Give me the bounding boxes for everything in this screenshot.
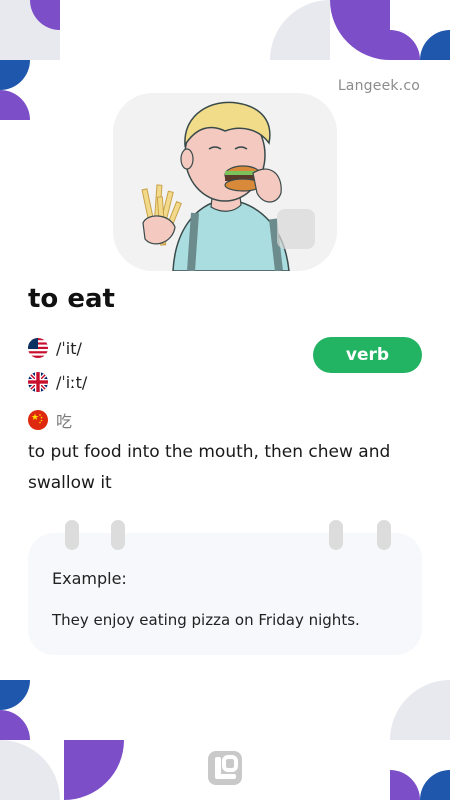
decor-bottom-right [390,680,450,800]
pronunciation-us[interactable]: /ˈit/ [28,338,82,358]
decor-top-right [270,0,450,60]
definition-text: to put food into the mouth, then chew an… [28,442,391,493]
example-label: Example: [52,569,127,588]
us-flag-icon [28,338,48,358]
word-illustration [113,93,337,271]
word-title: to eat [28,284,115,314]
binder-ring [111,520,125,550]
ipa-uk: /ˈiːt/ [56,372,88,392]
example-card: Example: They enjoy eating pizza on Frid… [28,533,422,655]
binder-ring [329,520,343,550]
ipa-us: /ˈit/ [56,338,82,358]
part-of-speech-badge: verb [313,337,422,373]
translation-row: 吃 [28,408,72,432]
decor-top-left [0,0,60,120]
example-sentence: They enjoy eating pizza on Friday nights… [52,611,360,629]
brand-site[interactable]: Langeek.co [338,78,420,94]
binder-ring [65,520,79,550]
decor-bottom-left [0,680,124,800]
uk-flag-icon [28,372,48,392]
china-flag-icon [28,410,48,430]
translation-text: 吃 [56,412,73,431]
pronunciation-uk[interactable]: /ˈiːt/ [28,372,87,392]
binder-ring [377,520,391,550]
langeek-logo-icon [208,751,242,785]
